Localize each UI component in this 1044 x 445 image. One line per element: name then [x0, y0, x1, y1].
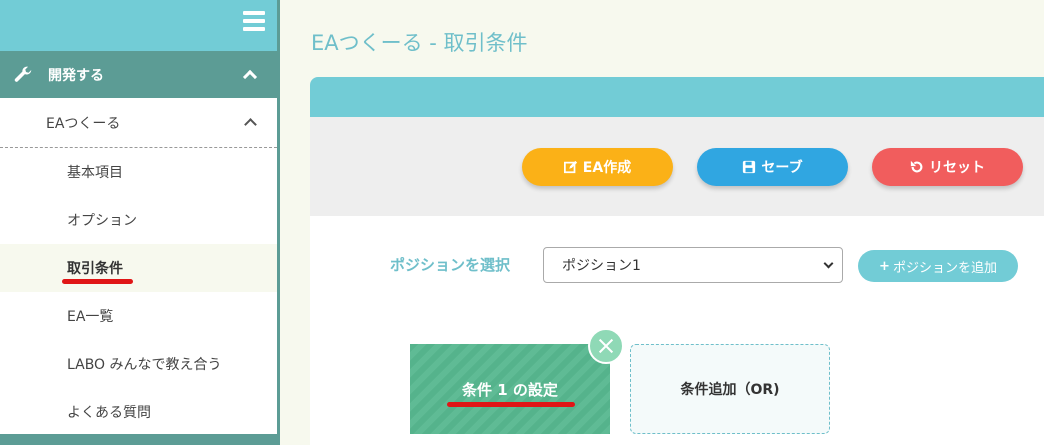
floppy-disk-icon	[743, 160, 756, 174]
sidebar-item-label: よくある質問	[67, 405, 151, 421]
sidebar-item-label: 取引条件	[67, 261, 123, 277]
create-ea-button[interactable]: EA作成	[522, 148, 673, 186]
main-panel: EA作成 セーブ リセット ポジションを選択 ポジション1 + ポジションを追加…	[310, 77, 1044, 445]
red-underline-annotation	[447, 402, 575, 407]
undo-icon	[910, 160, 923, 173]
position-select[interactable]: ポジション1	[543, 247, 843, 283]
sidebar-group-label: EAつくーる	[46, 115, 121, 132]
add-position-label: ポジションを追加	[892, 260, 997, 276]
save-label: セーブ	[761, 160, 803, 176]
red-underline-annotation	[62, 279, 133, 284]
sidebar-item-label: 基本項目	[67, 165, 123, 181]
sidebar-next-section[interactable]	[0, 434, 277, 445]
sidebar-item-label: EA一覧	[67, 309, 114, 325]
sidebar-item-options[interactable]: オプション	[0, 196, 277, 244]
edit-icon	[563, 160, 577, 174]
sidebar-item-basic[interactable]: 基本項目	[0, 148, 277, 196]
reset-button[interactable]: リセット	[872, 148, 1023, 186]
add-condition-label: 条件追加（OR)	[680, 382, 780, 398]
action-toolbar: EA作成 セーブ リセット	[310, 117, 1044, 216]
condition-card[interactable]: 条件 1 の設定	[410, 344, 610, 434]
add-condition-button[interactable]: 条件追加（OR)	[630, 344, 830, 434]
plus-icon: +	[879, 258, 890, 274]
position-select-label: ポジションを選択	[390, 256, 511, 274]
chevron-up-icon	[242, 69, 258, 85]
page-title: EAつくーる - 取引条件	[311, 31, 528, 55]
sidebar-item-label: LABO みんなで教え合う	[67, 357, 222, 373]
sidebar-section-develop[interactable]: 開発する	[0, 51, 277, 98]
add-position-button[interactable]: + ポジションを追加	[858, 250, 1018, 282]
reset-label: リセット	[929, 160, 985, 176]
position-select-value: ポジション1	[562, 258, 641, 274]
sidebar-top-bar	[0, 0, 277, 51]
sidebar-group-ea-tsukuru[interactable]: EAつくーる	[0, 98, 277, 148]
sidebar-item-trade-conditions[interactable]: 取引条件	[0, 244, 277, 292]
sidebar-divider	[277, 0, 280, 445]
hamburger-menu-icon[interactable]	[243, 11, 265, 31]
sidebar-item-label: オプション	[67, 213, 137, 229]
create-ea-label: EA作成	[582, 160, 632, 176]
wrench-icon	[14, 66, 32, 82]
save-button[interactable]: セーブ	[697, 148, 848, 186]
panel-header	[310, 77, 1044, 117]
sidebar-item-faq[interactable]: よくある質問	[0, 388, 277, 436]
sidebar-section-label: 開発する	[48, 67, 104, 84]
chevron-down-icon	[823, 258, 834, 269]
sidebar: 開発する EAつくーる 基本項目 オプション 取引条件 EA一覧 LABO みん…	[0, 0, 277, 445]
sidebar-item-ea-list[interactable]: EA一覧	[0, 292, 277, 340]
sidebar-item-labo[interactable]: LABO みんなで教え合う	[0, 340, 277, 388]
chevron-up-icon	[244, 118, 257, 131]
condition-card-label: 条件 1 の設定	[462, 380, 558, 399]
close-icon[interactable]	[588, 328, 624, 364]
